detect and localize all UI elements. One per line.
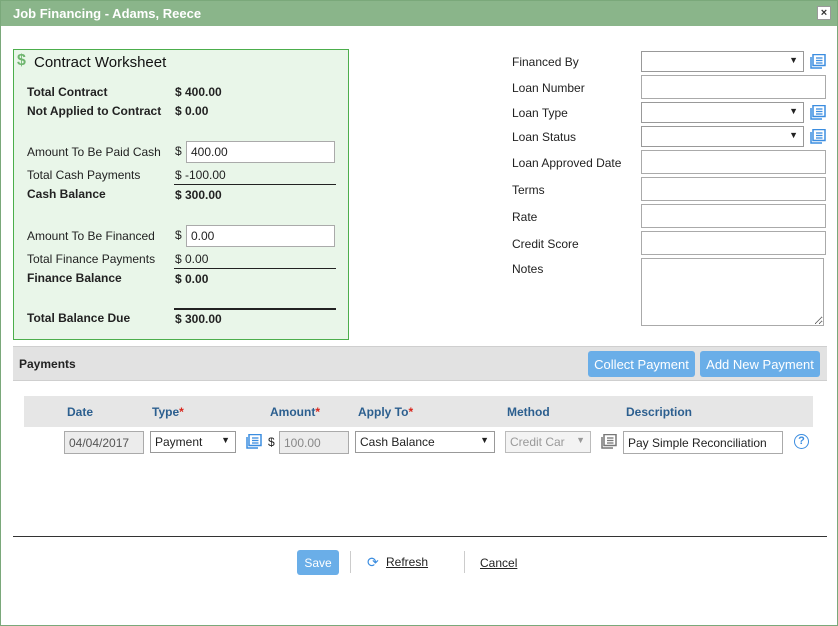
- list-icon[interactable]: [810, 105, 826, 120]
- close-icon: ×: [820, 7, 828, 19]
- contract-worksheet: $ Contract Worksheet Total Contract $ 40…: [13, 49, 349, 340]
- payment-currency: $: [268, 435, 275, 449]
- total-balance-label: Total Balance Due: [27, 311, 131, 325]
- chevron-down-icon: ▼: [576, 435, 585, 445]
- financed-amount-label: Amount To Be Financed: [27, 229, 155, 243]
- footer-divider: [13, 536, 827, 537]
- loan-type-select[interactable]: ▼: [641, 102, 804, 123]
- cancel-link[interactable]: Cancel: [480, 556, 517, 570]
- cash-currency: $: [175, 144, 182, 158]
- payments-grid-header: Date Type* Amount* Apply To* Method Desc…: [24, 396, 813, 427]
- not-applied-value: $ 0.00: [175, 104, 209, 118]
- financed-by-select[interactable]: ▼: [641, 51, 804, 72]
- approved-date-input[interactable]: [641, 150, 826, 174]
- list-icon[interactable]: [810, 54, 826, 69]
- collect-payment-button[interactable]: Collect Payment: [588, 351, 695, 377]
- total-divider: [174, 308, 336, 310]
- total-cash-payments-label: Total Cash Payments: [27, 168, 141, 182]
- cash-amount-label: Amount To Be Paid Cash: [27, 145, 161, 159]
- notes-textarea[interactable]: [641, 258, 824, 326]
- col-type: Type*: [152, 405, 184, 419]
- payment-date-input[interactable]: [64, 431, 144, 454]
- approved-date-label: Loan Approved Date: [512, 156, 622, 170]
- chevron-down-icon: ▼: [789, 55, 798, 65]
- list-icon: [601, 434, 617, 449]
- job-financing-dialog: Job Financing - Adams, Reece × $ Contrac…: [0, 0, 838, 626]
- cash-balance-label: Cash Balance: [27, 187, 106, 201]
- payment-type-value: Payment: [155, 435, 203, 449]
- total-finance-payments-value: $ 0.00: [175, 252, 209, 266]
- payment-type-select[interactable]: Payment ▼: [150, 431, 236, 453]
- total-contract-label: Total Contract: [27, 85, 108, 99]
- dialog-title: Job Financing - Adams, Reece: [13, 6, 202, 21]
- finance-divider: [174, 268, 336, 269]
- payments-toolbar: Payments Collect Payment Add New Payment: [13, 346, 827, 381]
- help-icon[interactable]: ?: [794, 434, 809, 449]
- total-finance-payments-label: Total Finance Payments: [27, 252, 156, 266]
- col-apply-to: Apply To*: [358, 405, 413, 419]
- col-description: Description: [626, 405, 693, 419]
- financed-currency: $: [175, 228, 182, 242]
- chevron-down-icon: ▼: [789, 130, 798, 140]
- worksheet-title: Contract Worksheet: [34, 54, 167, 71]
- refresh-link[interactable]: Refresh: [386, 555, 428, 569]
- cash-amount-input[interactable]: [186, 141, 335, 163]
- list-icon[interactable]: [810, 129, 826, 144]
- col-apply-to-label: Apply To: [358, 405, 409, 419]
- total-cash-payments-value: $ -100.00: [175, 168, 226, 182]
- notes-label: Notes: [512, 262, 544, 276]
- loan-status-select[interactable]: ▼: [641, 126, 804, 147]
- list-icon[interactable]: [246, 434, 262, 449]
- required-marker: *: [179, 405, 184, 419]
- finance-balance-label: Finance Balance: [27, 271, 122, 285]
- apply-to-select[interactable]: Cash Balance ▼: [355, 431, 495, 453]
- finance-balance-value: $ 0.00: [175, 272, 209, 286]
- close-button[interactable]: ×: [817, 6, 831, 20]
- not-applied-label: Not Applied to Contract: [27, 104, 162, 118]
- loan-number-input[interactable]: [641, 75, 826, 99]
- col-amount: Amount*: [270, 405, 320, 419]
- col-type-label: Type: [152, 405, 180, 419]
- payment-amount-input[interactable]: [279, 431, 349, 454]
- payment-description-input[interactable]: [623, 431, 783, 454]
- save-button[interactable]: Save: [297, 550, 339, 575]
- col-amount-label: Amount: [270, 405, 316, 419]
- chevron-down-icon: ▼: [221, 435, 230, 445]
- cash-balance-value: $ 300.00: [175, 188, 222, 202]
- apply-to-value: Cash Balance: [360, 435, 435, 449]
- footer-separator: [464, 551, 465, 573]
- credit-score-label: Credit Score: [512, 237, 579, 251]
- total-balance-value: $ 300.00: [175, 312, 222, 326]
- required-marker: *: [315, 405, 320, 419]
- financed-amount-input[interactable]: [186, 225, 335, 247]
- credit-score-input[interactable]: [641, 231, 826, 255]
- required-marker: *: [408, 405, 414, 419]
- method-value: Credit Car: [510, 435, 565, 449]
- dialog-titlebar: Job Financing - Adams, Reece ×: [1, 1, 837, 26]
- payments-title: Payments: [19, 357, 76, 371]
- terms-label: Terms: [512, 183, 545, 197]
- loan-status-label: Loan Status: [512, 130, 577, 144]
- method-select[interactable]: Credit Car ▼: [505, 431, 591, 453]
- rate-label: Rate: [512, 210, 538, 224]
- loan-type-label: Loan Type: [512, 106, 568, 120]
- col-method: Method: [507, 405, 550, 419]
- footer-separator: [350, 551, 351, 573]
- total-contract-value: $ 400.00: [175, 85, 222, 99]
- financed-by-label: Financed By: [512, 55, 579, 69]
- chevron-down-icon: ▼: [789, 106, 798, 116]
- cash-divider: [174, 184, 336, 185]
- refresh-icon[interactable]: ⟳: [367, 554, 379, 571]
- col-date: Date: [67, 405, 94, 419]
- add-new-payment-button[interactable]: Add New Payment: [700, 351, 820, 377]
- dollar-icon: $: [17, 52, 26, 69]
- terms-input[interactable]: [641, 177, 826, 201]
- loan-number-label: Loan Number: [512, 81, 585, 95]
- chevron-down-icon: ▼: [480, 435, 489, 445]
- rate-input[interactable]: [641, 204, 826, 228]
